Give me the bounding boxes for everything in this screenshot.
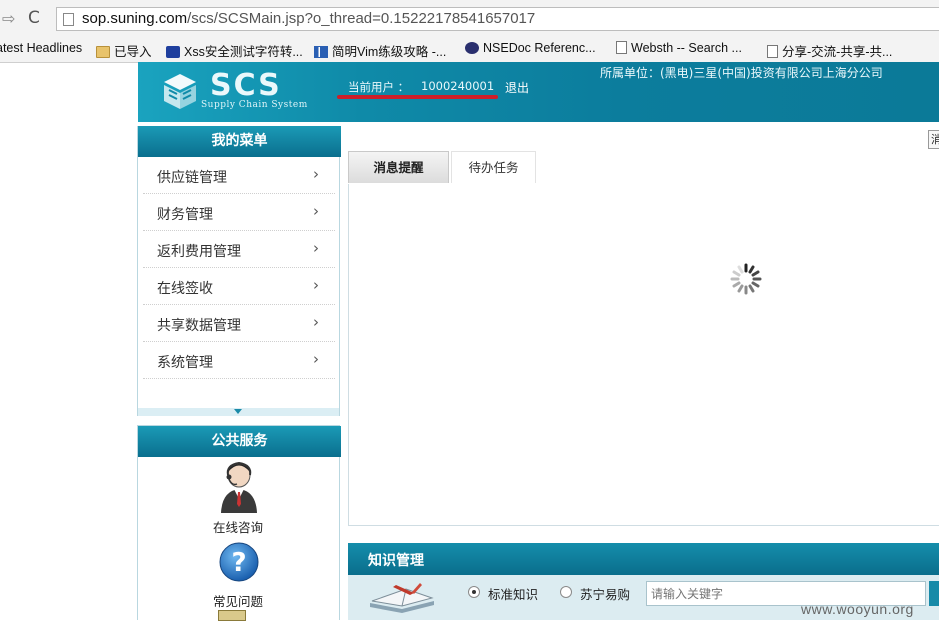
tab-messages[interactable]: 消息提醒 — [348, 151, 449, 183]
search-button[interactable] — [929, 581, 939, 606]
service-label[interactable]: 常见问题 — [213, 591, 263, 610]
url-host: sop.suning.com — [82, 10, 188, 27]
bookmark-folder[interactable]: 已导入 — [96, 41, 152, 60]
my-menu-panel: 我的菜单 供应链管理 › 财务管理 › 返利费用管理 › 在线签收 › 共享数据管理 › … — [137, 126, 341, 416]
current-user-label: 当前用户 ： — [348, 80, 410, 94]
watermark-text: www.wooyun.org — [801, 601, 914, 617]
red-underline-annotation — [337, 95, 498, 99]
menu-title: 我的菜单 — [138, 126, 341, 157]
grid-icon — [314, 46, 328, 58]
knowledge-header: 知识管理 — [348, 543, 939, 575]
bookmark-label: 分享-交流-共享-共... — [782, 45, 893, 59]
chevron-right-icon: › — [313, 276, 319, 294]
bookmark-label: 简明Vim练级攻略 -... — [332, 45, 447, 59]
logo-text: SCS — [210, 68, 282, 103]
menu-item-label: 共享数据管理 — [157, 318, 241, 334]
bookmark-item[interactable]: atest Headlines — [0, 41, 82, 55]
menu-collapse-bar[interactable] — [138, 408, 339, 416]
url-path: /scs/SCSMain.jsp?o_thread=0.152221785416… — [187, 10, 536, 27]
bookmark-label: NSEDoc Referenc... — [483, 41, 596, 55]
triangle-down-icon — [234, 409, 242, 414]
company-affiliation: 所属单位：(黑电)三星(中国)投资有限公司上海分公司 — [600, 66, 883, 80]
menu-item-shared-data[interactable]: 共享数据管理 › — [143, 305, 335, 342]
back-arrow-icon[interactable]: ⇨ — [2, 9, 15, 28]
bookmark-item[interactable]: 分享-交流-共享-共... — [767, 41, 892, 60]
bookmarks-bar: atest Headlines 已导入 Xss安全测试字符转... 简明Vim练… — [0, 36, 939, 63]
menu-item-supply-chain[interactable]: 供应链管理 › — [143, 157, 335, 194]
menu-item-online-signoff[interactable]: 在线签收 › — [143, 268, 335, 305]
chevron-right-icon: › — [313, 239, 319, 257]
radio-label: 标准知识 — [488, 587, 539, 602]
menu-item-system[interactable]: 系统管理 › — [143, 342, 335, 379]
bookmark-label: Websth -- Search ... — [631, 41, 742, 55]
menu-item-rebate[interactable]: 返利费用管理 › — [143, 231, 335, 268]
address-bar[interactable]: sop.suning.com/scs/SCSMain.jsp?o_thread=… — [56, 7, 939, 31]
public-services-panel: 公共服务 在线咨询 ? 常见问题 — [137, 425, 341, 621]
bookmark-label: Xss安全测试字符转... — [184, 45, 303, 59]
bookmark-item[interactable]: 简明Vim练级攻略 -... — [314, 41, 446, 60]
bookmark-item[interactable]: NSEDoc Referenc... — [465, 41, 596, 55]
knowledge-title: 知识管理 — [368, 553, 424, 569]
chevron-right-icon: › — [313, 202, 319, 220]
radio-standard-knowledge[interactable] — [468, 586, 480, 598]
bookmark-item[interactable]: Websth -- Search ... — [616, 41, 742, 55]
chevron-right-icon: › — [313, 350, 319, 368]
current-user-id: 1000240001 — [421, 79, 495, 93]
menu-item-label: 系统管理 — [157, 355, 213, 371]
scs-logo-icon — [164, 74, 196, 109]
eye-icon — [465, 42, 479, 54]
menu-item-label: 财务管理 — [157, 207, 213, 223]
tab-todo-tasks[interactable]: 待办任务 — [451, 151, 536, 183]
logo-subtitle: Supply Chain System — [201, 100, 308, 110]
app-header: SCS Supply Chain System 当前用户 ： 100024000… — [138, 62, 939, 122]
url-text[interactable]: sop.suning.com/scs/SCSMain.jsp?o_thread=… — [82, 10, 535, 27]
support-agent-icon[interactable] — [218, 459, 260, 513]
bookmark-label: atest Headlines — [0, 41, 83, 55]
menu-item-label: 在线签收 — [157, 281, 213, 297]
menu-item-finance[interactable]: 财务管理 › — [143, 194, 335, 231]
chevron-right-icon: › — [313, 165, 319, 183]
page-icon — [63, 13, 74, 26]
radio-label: 苏宁易购 — [580, 587, 631, 602]
bookmark-item[interactable]: Xss安全测试字符转... — [166, 41, 303, 60]
question-icon[interactable]: ? — [218, 541, 260, 583]
menu-item-label: 返利费用管理 — [157, 244, 241, 260]
corner-button[interactable]: 消 — [928, 130, 939, 149]
logout-link[interactable]: 退出 — [505, 79, 529, 96]
svg-text:?: ? — [231, 548, 246, 578]
bookmark-label: 已导入 — [114, 45, 152, 59]
tab-content-panel — [348, 184, 939, 526]
browser-toolbar: ⇨ C sop.suning.com/scs/SCSMain.jsp?o_thr… — [0, 0, 939, 36]
service-label[interactable]: 在线咨询 — [213, 517, 263, 536]
page-icon — [767, 45, 778, 58]
reload-icon[interactable]: C — [28, 8, 40, 28]
document-icon[interactable] — [218, 610, 246, 621]
radio-suning-ebuy[interactable] — [560, 586, 572, 598]
folder-icon — [96, 46, 110, 58]
menu-item-label: 供应链管理 — [157, 170, 227, 186]
book-icon — [370, 583, 434, 613]
services-title: 公共服务 — [138, 426, 341, 457]
paw-icon — [166, 46, 180, 58]
page-icon — [616, 41, 627, 54]
chevron-right-icon: › — [313, 313, 319, 331]
loading-spinner-icon — [730, 263, 762, 295]
tab-strip: 消息提醒 待办任务 — [348, 151, 939, 185]
